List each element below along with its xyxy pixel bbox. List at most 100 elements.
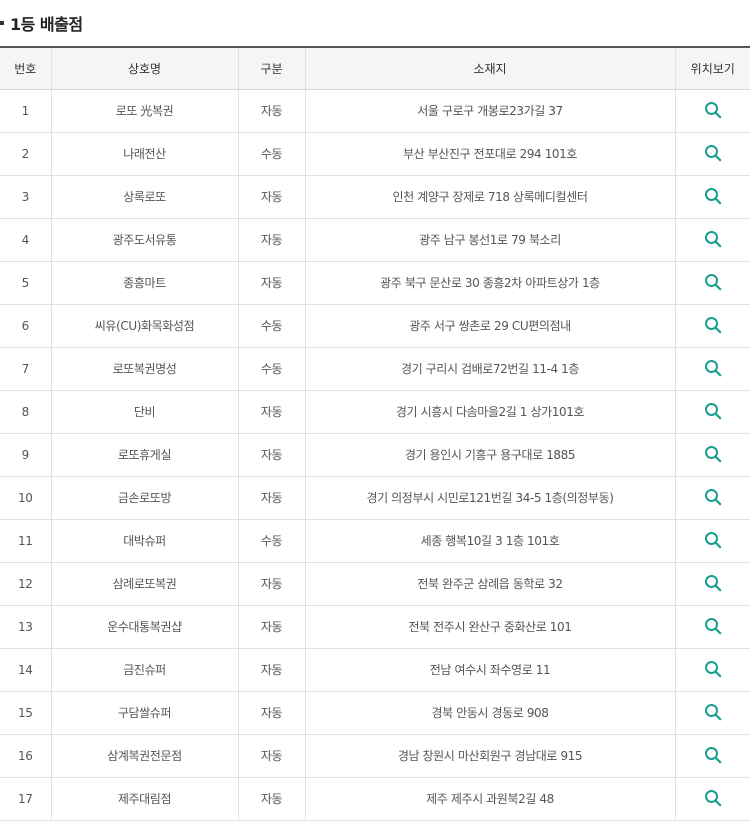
view-location-button[interactable]: [702, 787, 724, 809]
location-cell: [675, 519, 750, 563]
purchase-type: 수동: [238, 132, 306, 176]
search-icon: [704, 317, 722, 334]
table-row: 11 대박슈퍼 수동 세종 행복10길 3 1층 101호: [0, 519, 750, 563]
table-row: 14 금진슈퍼 자동 전남 여수시 좌수영로 11: [0, 648, 750, 692]
view-location-button[interactable]: [702, 486, 724, 508]
search-icon: [704, 661, 722, 678]
table-row: 15 구담쌀슈퍼 자동 경북 안동시 경동로 908: [0, 691, 750, 735]
view-location-button[interactable]: [702, 271, 724, 293]
store-address: 경기 구리시 검배로72번길 11-4 1층: [305, 347, 676, 391]
search-icon: [704, 618, 722, 635]
purchase-type: 자동: [238, 562, 306, 606]
store-address: 제주 제주시 과원북2길 48: [305, 777, 676, 821]
row-number: 1: [0, 89, 52, 133]
location-cell: [675, 648, 750, 692]
view-location-button[interactable]: [702, 357, 724, 379]
search-icon: [704, 704, 722, 721]
table-row: 9 로또휴게실 자동 경기 용인시 기흥구 용구대로 1885: [0, 433, 750, 477]
search-icon: [704, 274, 722, 291]
row-number: 12: [0, 562, 52, 606]
purchase-type: 자동: [238, 691, 306, 735]
table-row: 8 단비 자동 경기 시흥시 다솜마을2길 1 상가101호: [0, 390, 750, 434]
row-number: 17: [0, 777, 52, 821]
store-address: 경북 안동시 경동로 908: [305, 691, 676, 735]
store-name: 제주대림점: [51, 777, 239, 821]
store-address: 경남 창원시 마산회원구 경남대로 915: [305, 734, 676, 778]
location-cell: [675, 347, 750, 391]
view-location-button[interactable]: [702, 744, 724, 766]
location-cell: [675, 390, 750, 434]
view-location-button[interactable]: [702, 228, 724, 250]
store-address: 세종 행복10길 3 1층 101호: [305, 519, 676, 563]
row-number: 2: [0, 132, 52, 176]
column-header-name: 상호명: [51, 47, 239, 90]
store-name: 금손로또방: [51, 476, 239, 520]
view-location-button[interactable]: [702, 572, 724, 594]
search-icon: [704, 403, 722, 420]
view-location-button[interactable]: [702, 314, 724, 336]
search-icon: [704, 102, 722, 119]
view-location-button[interactable]: [702, 400, 724, 422]
store-name: 대박슈퍼: [51, 519, 239, 563]
store-name: 로또복권명성: [51, 347, 239, 391]
purchase-type: 자동: [238, 605, 306, 649]
view-location-button[interactable]: [702, 443, 724, 465]
purchase-type: 자동: [238, 89, 306, 133]
location-cell: [675, 175, 750, 219]
location-cell: [675, 777, 750, 821]
purchase-type: 자동: [238, 777, 306, 821]
store-name: 씨유(CU)화목화성점: [51, 304, 239, 348]
view-location-button[interactable]: [702, 658, 724, 680]
table-row: 13 운수대통복권샵 자동 전북 전주시 완산구 중화산로 101: [0, 605, 750, 649]
row-number: 15: [0, 691, 52, 735]
table-row: 3 상록로또 자동 인천 계양구 장제로 718 상록메디컬센터: [0, 175, 750, 219]
search-icon: [704, 532, 722, 549]
purchase-type: 자동: [238, 175, 306, 219]
column-header-address: 소재지: [305, 47, 676, 90]
winning-stores-table: 번호 상호명 구분 소재지 위치보기 1 로또 光복권 자동 서울 구로구 개봉로23…: [0, 46, 750, 821]
location-cell: [675, 734, 750, 778]
store-address: 전남 여수시 좌수영로 11: [305, 648, 676, 692]
view-location-button[interactable]: [702, 529, 724, 551]
view-location-button[interactable]: [702, 185, 724, 207]
search-icon: [704, 747, 722, 764]
view-location-button[interactable]: [702, 701, 724, 723]
row-number: 8: [0, 390, 52, 434]
search-icon: [704, 489, 722, 506]
store-name: 단비: [51, 390, 239, 434]
row-number: 13: [0, 605, 52, 649]
purchase-type: 수동: [238, 519, 306, 563]
view-location-button[interactable]: [702, 142, 724, 164]
row-number: 11: [0, 519, 52, 563]
store-name: 상록로또: [51, 175, 239, 219]
store-name: 삼계복권전문점: [51, 734, 239, 778]
table-row: 5 종흥마트 자동 광주 북구 문산로 30 종흥2차 아파트상가 1층: [0, 261, 750, 305]
store-address: 경기 시흥시 다솜마을2길 1 상가101호: [305, 390, 676, 434]
table-body: 1 로또 光복권 자동 서울 구로구 개봉로23가길 37 2 나래전산 수동 부산 부산진구…: [0, 89, 750, 821]
row-number: 16: [0, 734, 52, 778]
store-address: 전북 완주군 삼례읍 동학로 32: [305, 562, 676, 606]
row-number: 7: [0, 347, 52, 391]
store-address: 경기 용인시 기흥구 용구대로 1885: [305, 433, 676, 477]
section-header: 1등 배출점: [0, 0, 750, 46]
store-address: 광주 북구 문산로 30 종흥2차 아파트상가 1층: [305, 261, 676, 305]
row-number: 5: [0, 261, 52, 305]
search-icon: [704, 145, 722, 162]
store-name: 삼례로또복권: [51, 562, 239, 606]
table-row: 6 씨유(CU)화목화성점 수동 광주 서구 쌍촌로 29 CU편의점내: [0, 304, 750, 348]
purchase-type: 자동: [238, 476, 306, 520]
purchase-type: 자동: [238, 648, 306, 692]
column-header-no: 번호: [0, 47, 52, 90]
location-cell: [675, 304, 750, 348]
purchase-type: 자동: [238, 390, 306, 434]
location-cell: [675, 476, 750, 520]
search-icon: [704, 360, 722, 377]
row-number: 3: [0, 175, 52, 219]
view-location-button[interactable]: [702, 615, 724, 637]
row-number: 4: [0, 218, 52, 262]
purchase-type: 자동: [238, 218, 306, 262]
table-row: 7 로또복권명성 수동 경기 구리시 검배로72번길 11-4 1층: [0, 347, 750, 391]
section-title: 1등 배출점: [10, 15, 83, 34]
store-address: 전북 전주시 완산구 중화산로 101: [305, 605, 676, 649]
view-location-button[interactable]: [702, 99, 724, 121]
